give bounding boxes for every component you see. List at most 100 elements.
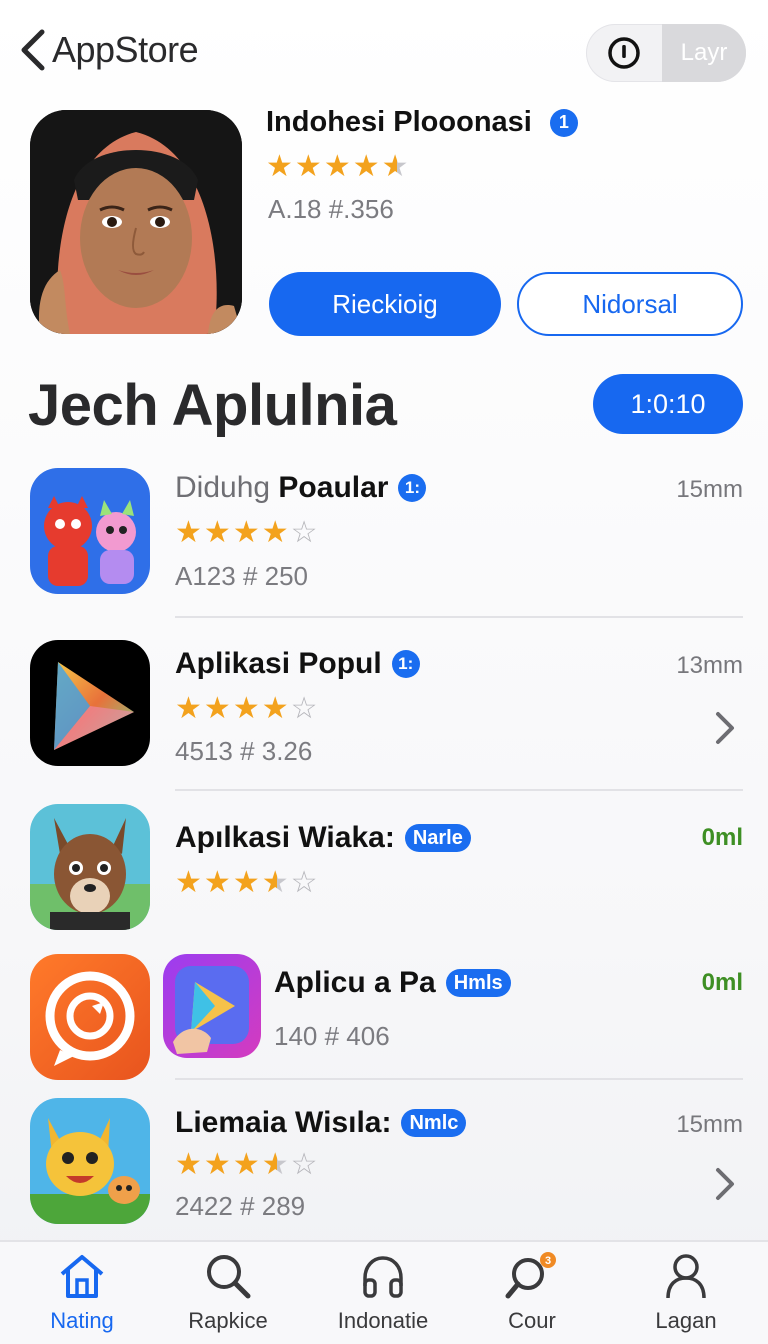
row-divider bbox=[175, 789, 743, 791]
star-filled-icon: ★ bbox=[232, 516, 260, 549]
back-label: AppStore bbox=[52, 29, 199, 70]
tab-lagan[interactable]: Lagan bbox=[616, 1252, 756, 1334]
featured-badge: 1 bbox=[549, 108, 578, 137]
star-filled-icon: ★ bbox=[261, 692, 289, 725]
app-title-5: Liemaia Wisıla: bbox=[175, 1106, 392, 1139]
tab-label: Rapkice bbox=[188, 1308, 268, 1333]
featured-rating: ★ ★ ★ ★ ★ bbox=[266, 152, 409, 182]
app-size-5: 15mm bbox=[676, 1111, 743, 1138]
star-filled-icon: ★ bbox=[175, 1148, 202, 1181]
star-empty-icon: ☆ bbox=[290, 866, 318, 899]
star-filled-icon: ★ bbox=[232, 1148, 260, 1181]
app-tag-4: Hmls bbox=[445, 969, 511, 997]
featured-title: Indohesi Plooonasi bbox=[266, 106, 532, 138]
app-icon-2[interactable] bbox=[30, 640, 150, 766]
star-filled-icon: ★ bbox=[294, 150, 322, 183]
app-title-light-1: Diduhg bbox=[175, 471, 271, 504]
star-half-icon: ★ bbox=[261, 1148, 289, 1181]
featured-meta: A.18 #.356 bbox=[268, 194, 394, 224]
app-meta-2: 4513 # 3.26 bbox=[175, 736, 313, 766]
back-button[interactable]: AppStore bbox=[18, 28, 199, 72]
cartoon-cat-icon bbox=[30, 1098, 150, 1224]
chevron-right-icon[interactable] bbox=[713, 710, 737, 746]
star-filled-icon: ★ bbox=[261, 516, 289, 549]
cartoon-characters-icon bbox=[30, 468, 150, 594]
app-icon-3[interactable] bbox=[30, 804, 150, 930]
star-filled-icon: ★ bbox=[175, 866, 202, 899]
prism-play-icon bbox=[54, 662, 134, 750]
chevron-right-icon[interactable] bbox=[713, 1166, 737, 1202]
star-filled-icon: ★ bbox=[203, 866, 231, 899]
app-tag-2: 1: bbox=[391, 650, 420, 678]
app-title-row-5: Liemaia Wisıla: Nmlc bbox=[175, 1106, 467, 1140]
featured-title-row: Indohesi Plooonasi 1 bbox=[266, 106, 578, 139]
star-filled-icon: ★ bbox=[175, 516, 202, 549]
tab-nating[interactable]: Nating bbox=[12, 1252, 152, 1334]
headphones-icon bbox=[363, 1256, 403, 1298]
app-rating-2: ★ ★ ★ ★ ☆ bbox=[175, 694, 318, 724]
app-size-1: 15mm bbox=[676, 476, 743, 503]
app-rating-5: ★ ★ ★ ★ ☆ bbox=[175, 1150, 318, 1180]
tab-bar: Nating Rapkice Indonatie 3 Cour Lagan bbox=[0, 1240, 768, 1344]
hand-play-icon bbox=[173, 966, 249, 1054]
tab-indonatie[interactable]: Indonatie bbox=[313, 1252, 453, 1334]
mode-toggle[interactable]: Layr bbox=[586, 24, 746, 82]
app-meta-5: 2422 # 289 bbox=[175, 1191, 306, 1221]
app-title-2: Aplikasi Popul bbox=[175, 647, 382, 680]
section-time-button[interactable]: 1:0:10 bbox=[593, 374, 743, 434]
star-filled-icon: ★ bbox=[352, 150, 380, 183]
person-icon bbox=[666, 1254, 706, 1299]
star-empty-icon: ☆ bbox=[290, 692, 318, 725]
tab-rapkice[interactable]: Rapkice bbox=[158, 1252, 298, 1334]
app-meta-4: 140 # 406 bbox=[274, 1021, 390, 1051]
search-badge-icon: 3 bbox=[505, 1252, 556, 1299]
star-filled-icon: ★ bbox=[266, 150, 293, 183]
star-filled-icon: ★ bbox=[175, 692, 202, 725]
app-title-4: Aplicu a Pa bbox=[274, 966, 436, 999]
app-tag-1: 1: bbox=[398, 474, 427, 502]
app-tag-5: Nmlc bbox=[401, 1109, 467, 1137]
star-filled-icon: ★ bbox=[203, 516, 231, 549]
star-half-icon: ★ bbox=[381, 150, 409, 183]
tab-cour[interactable]: 3 Cour bbox=[462, 1252, 602, 1334]
app-meta-1: A123 # 250 bbox=[175, 561, 309, 591]
app-icon-1[interactable] bbox=[30, 468, 150, 594]
row-divider bbox=[175, 1078, 743, 1080]
star-filled-icon: ★ bbox=[232, 692, 260, 725]
cartoon-animal-icon bbox=[30, 804, 150, 930]
secondary-button[interactable]: Nidorsal bbox=[517, 272, 743, 336]
app-icon-4a[interactable] bbox=[30, 954, 150, 1080]
app-tag-3: Narle bbox=[404, 824, 471, 852]
toggle-right[interactable]: Layr bbox=[662, 24, 746, 82]
toggle-right-label: Layr bbox=[680, 39, 728, 66]
home-icon bbox=[60, 1255, 104, 1298]
star-half-icon: ★ bbox=[261, 866, 289, 899]
app-size-2: 13mm bbox=[676, 652, 743, 679]
app-title-row-4: Aplicu a Pa Hmls bbox=[274, 966, 511, 1000]
app-icon-5[interactable] bbox=[30, 1098, 150, 1224]
star-filled-icon: ★ bbox=[323, 150, 351, 183]
featured-app-image[interactable] bbox=[30, 110, 242, 334]
tab-label: Indonatie bbox=[337, 1308, 429, 1333]
app-icon-4b[interactable] bbox=[163, 954, 261, 1058]
app-rating-1: ★ ★ ★ ★ ☆ bbox=[175, 518, 318, 548]
app-rating-3: ★ ★ ★ ★ ☆ bbox=[175, 868, 318, 898]
toggle-left[interactable] bbox=[586, 24, 662, 82]
search-icon bbox=[207, 1255, 251, 1299]
section-title: Jech Aplulnia bbox=[28, 373, 397, 438]
primary-button[interactable]: Rieckioig bbox=[269, 272, 501, 336]
app-title-1: Poaular bbox=[278, 471, 389, 504]
app-title-row-3: Apılkasi Wiaka: Narle bbox=[175, 821, 471, 855]
star-empty-icon: ☆ bbox=[290, 1148, 318, 1181]
app-title-row-2: Aplikasi Popul 1: bbox=[175, 647, 420, 681]
star-filled-icon: ★ bbox=[203, 692, 231, 725]
star-filled-icon: ★ bbox=[203, 1148, 231, 1181]
app-title-row-1: Diduhg Poaular 1: bbox=[175, 471, 427, 505]
chat-bubble-icon bbox=[45, 971, 135, 1066]
chevron-left-icon bbox=[21, 29, 45, 71]
tab-label: Nating bbox=[50, 1308, 114, 1333]
app-size-3: 0ml bbox=[701, 824, 743, 851]
app-title-3: Apılkasi Wiaka: bbox=[175, 821, 395, 854]
tab-label: Lagan bbox=[655, 1308, 717, 1333]
tab-badge-count: 3 bbox=[545, 1255, 551, 1267]
